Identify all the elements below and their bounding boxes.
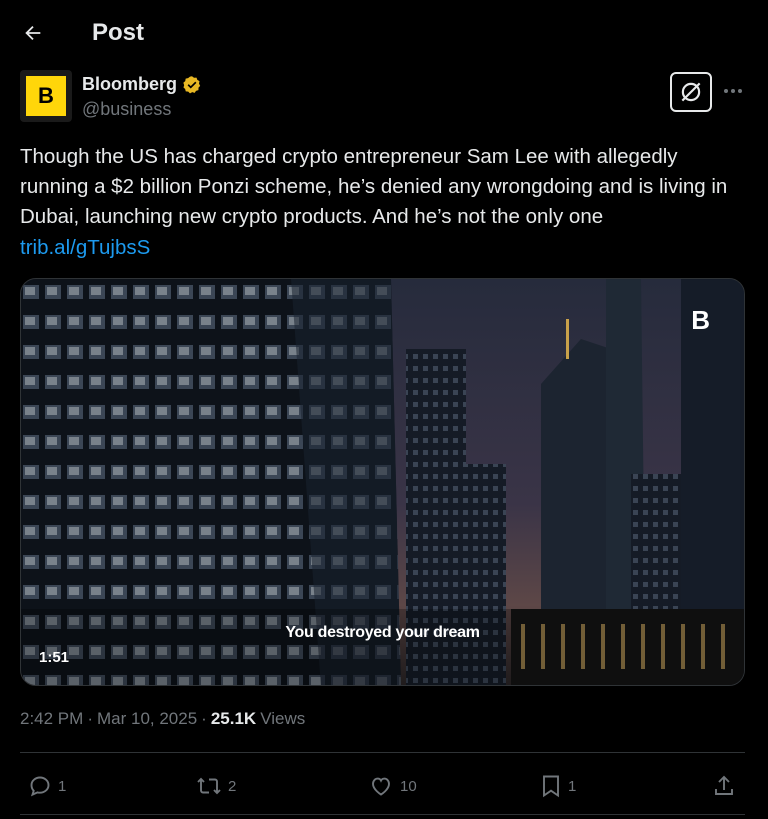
post-meta: 2:42 PM · Mar 10, 2025 · 25.1K Views: [20, 709, 305, 729]
meta-separator: ·: [201, 709, 207, 728]
post-time[interactable]: 2:42 PM: [20, 709, 83, 729]
author-handle[interactable]: @business: [82, 99, 171, 120]
post-header: Post: [0, 0, 768, 66]
bookmark-icon: [543, 775, 559, 798]
gold-verified-badge-icon: [183, 75, 201, 93]
author-row: B Bloomberg @business: [20, 70, 748, 126]
video-caption: You destroyed your dream: [285, 624, 480, 641]
share-button[interactable]: [712, 768, 736, 804]
video-duration: 1:51: [39, 649, 70, 666]
repost-button[interactable]: 2: [196, 768, 236, 804]
more-options-button[interactable]: [718, 76, 748, 106]
more-icon: [724, 89, 742, 93]
share-icon: [715, 775, 733, 795]
views-label: Views: [260, 709, 306, 728]
divider: [20, 814, 745, 815]
repost-icon: [197, 777, 221, 795]
reply-count: 1: [58, 777, 67, 795]
post-text: Though the US has charged crypto entrepr…: [20, 145, 728, 228]
grok-button[interactable]: [670, 72, 712, 112]
post-link[interactable]: trib.al/gTujbsS: [20, 233, 150, 263]
grok-icon: [681, 82, 701, 102]
author-name[interactable]: Bloomberg: [82, 74, 202, 95]
author-name-label: Bloomberg: [82, 74, 178, 94]
like-button[interactable]: 10: [368, 768, 417, 804]
repost-count: 2: [228, 777, 237, 795]
page-title: Post: [92, 19, 145, 46]
heart-icon: [372, 777, 390, 796]
bookmark-count: 1: [568, 777, 577, 795]
video-player[interactable]: B You destroyed your dream 1:51: [20, 278, 745, 686]
bloomberg-watermark: B: [691, 305, 710, 335]
views-count: 25.1K: [210, 709, 257, 728]
reply-icon: [30, 776, 50, 797]
back-button[interactable]: [14, 14, 52, 52]
arrow-left-icon: [25, 25, 41, 41]
action-bar: 1 2 10 1: [20, 768, 745, 804]
divider: [20, 752, 745, 753]
like-count: 10: [400, 777, 417, 795]
avatar[interactable]: B: [20, 70, 72, 122]
avatar-logo: B: [26, 76, 66, 116]
post-date[interactable]: Mar 10, 2025: [97, 709, 197, 729]
bookmark-button[interactable]: 1: [540, 768, 576, 804]
meta-separator: ·: [87, 709, 93, 728]
reply-button[interactable]: 1: [28, 768, 66, 804]
